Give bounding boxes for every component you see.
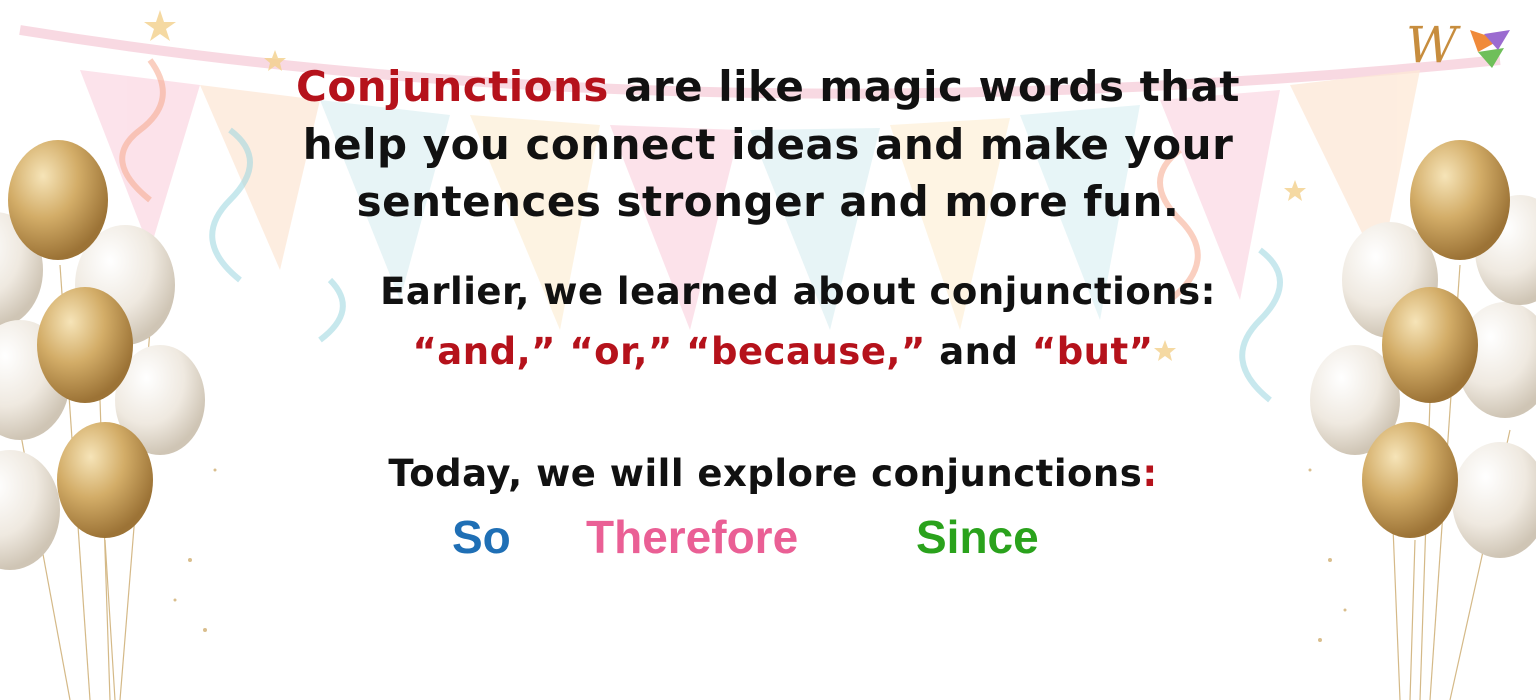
word-because: “because,” xyxy=(686,330,926,373)
word-since: Since xyxy=(916,511,1039,563)
intro-line-1: Conjunctions are like magic words that xyxy=(0,62,1536,111)
word-joiner: and xyxy=(939,330,1019,373)
intro-line-1-text: are like magic words that xyxy=(624,62,1240,111)
word-therefore: Therefore xyxy=(586,511,799,563)
today-line: Today, we will explore conjunctions: xyxy=(0,452,1536,495)
new-conjunctions: So Therefore Since xyxy=(0,510,1536,570)
today-colon: : xyxy=(1142,452,1158,495)
conjunctions-highlight: Conjunctions xyxy=(296,62,609,111)
word-so: So xyxy=(452,511,511,563)
learned-words-line: “and,” “or,” “because,” and “but” xyxy=(0,330,1536,373)
intro-line-2: help you connect ideas and make your xyxy=(302,120,1234,169)
word-or: “or,” xyxy=(569,330,673,373)
intro-line-3: sentences stronger and more fun. xyxy=(356,177,1180,226)
today-text: Today, we will explore conjunctions xyxy=(388,452,1143,495)
earlier-line: Earlier, we learned about conjunctions: xyxy=(380,270,1216,313)
word-but: “but” xyxy=(1031,330,1154,373)
word-and: “and,” xyxy=(412,330,556,373)
slide-content: Conjunctions are like magic words that h… xyxy=(0,0,1536,700)
